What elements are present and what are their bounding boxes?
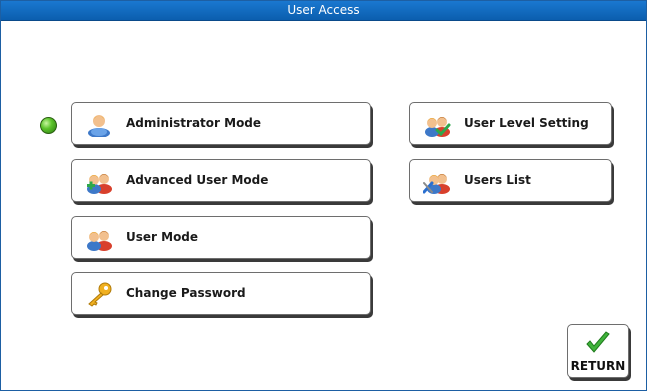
active-mode-indicator [40,117,57,134]
users-list-button[interactable]: Users List [409,159,612,202]
admin-user-icon [88,115,110,137]
return-button[interactable]: RETURN [567,324,629,378]
checkmark-icon [586,331,610,353]
user-mode-label: User Mode [126,230,199,244]
user-level-icon [425,117,451,137]
change-password-label: Change Password [126,286,246,300]
advanced-user-mode-label: Advanced User Mode [126,173,269,187]
user-level-setting-label: User Level Setting [464,116,589,130]
key-icon [88,282,112,307]
window-title: User Access [1,1,646,21]
change-password-button[interactable]: Change Password [71,272,371,315]
users-list-icon [423,174,450,194]
user-level-setting-button[interactable]: User Level Setting [409,102,612,145]
advanced-users-icon [87,174,112,194]
users-icon [87,231,112,251]
users-list-label: Users List [464,173,531,187]
administrator-mode-label: Administrator Mode [126,116,262,130]
user-mode-button[interactable]: User Mode [71,216,371,259]
administrator-mode-button[interactable]: Administrator Mode [71,102,371,145]
advanced-user-mode-button[interactable]: Advanced User Mode [71,159,371,202]
return-label: RETURN [570,359,626,373]
